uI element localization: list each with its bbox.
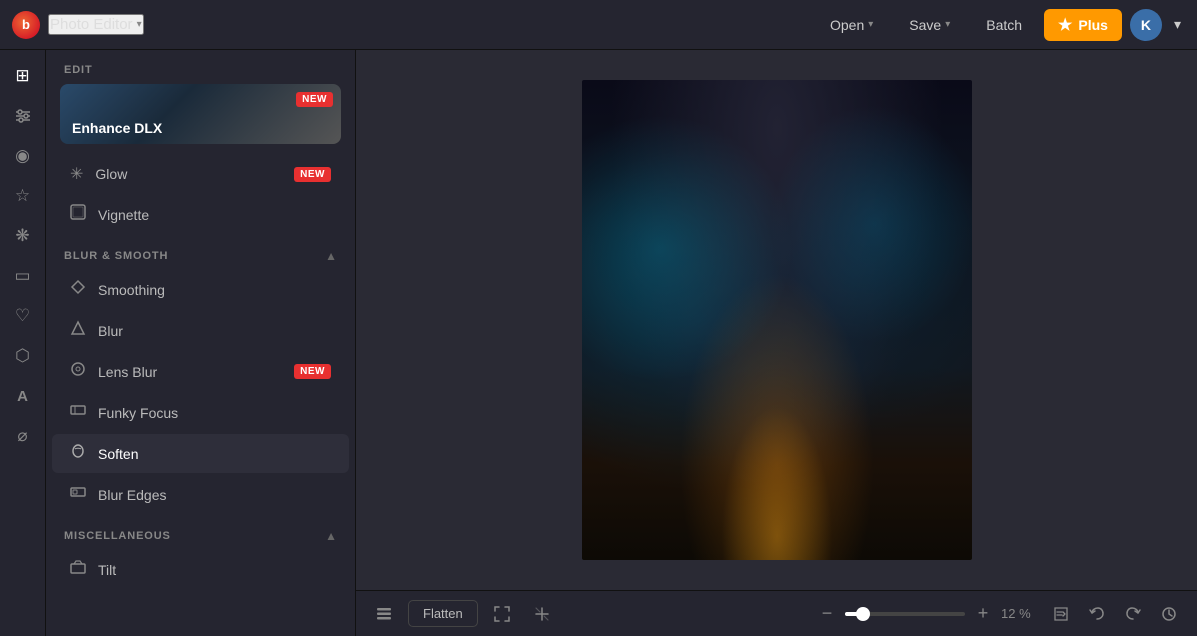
enhance-dlx-card[interactable]: Enhance DLX NEW bbox=[60, 84, 341, 144]
fit-screen-button[interactable] bbox=[486, 598, 518, 630]
funky-focus-icon bbox=[70, 402, 86, 423]
soften-icon bbox=[70, 443, 86, 464]
zoom-plus-icon: + bbox=[978, 603, 989, 624]
menu-item-glow[interactable]: ✳ Glow NEW bbox=[52, 155, 349, 193]
lens-blur-badge: NEW bbox=[294, 364, 331, 379]
undo-button[interactable] bbox=[1081, 598, 1113, 630]
tilt-icon bbox=[70, 559, 86, 580]
sidebar-filters-button[interactable] bbox=[5, 98, 41, 134]
zoom-minus-icon: − bbox=[822, 603, 833, 624]
zoom-slider[interactable] bbox=[845, 612, 965, 616]
menu-item-blur[interactable]: Blur bbox=[52, 311, 349, 350]
smoothing-icon bbox=[70, 279, 86, 300]
sidebar-text-button[interactable]: A bbox=[5, 378, 41, 414]
expand-button[interactable] bbox=[526, 598, 558, 630]
tilt-label: Tilt bbox=[98, 562, 331, 578]
save-label: Save bbox=[909, 17, 941, 33]
batch-button[interactable]: Batch bbox=[972, 11, 1036, 39]
open-label: Open bbox=[830, 17, 864, 33]
menu-item-vignette[interactable]: Vignette bbox=[52, 195, 349, 234]
vignette-icon bbox=[70, 204, 86, 225]
blur-icon bbox=[70, 320, 86, 341]
misc-label: MISCELLANEOUS bbox=[64, 530, 171, 542]
app-title-chevron: ▾ bbox=[137, 19, 142, 30]
enhance-card-badge: NEW bbox=[296, 92, 333, 107]
save-button[interactable]: Save ▾ bbox=[895, 11, 964, 39]
menu-item-smoothing[interactable]: Smoothing bbox=[52, 270, 349, 309]
compare-button[interactable] bbox=[1045, 598, 1077, 630]
avatar-button[interactable]: K bbox=[1130, 9, 1162, 41]
glow-icon: ✳ bbox=[70, 164, 83, 184]
misc-section-header: MISCELLANEOUS ▲ bbox=[46, 515, 355, 549]
flatten-label: Flatten bbox=[423, 606, 463, 621]
enhance-card-label: Enhance DLX bbox=[72, 120, 162, 136]
canvas-viewport bbox=[356, 50, 1197, 590]
avatar-letter: K bbox=[1141, 17, 1151, 33]
sidebar-shape-button[interactable]: ⬡ bbox=[5, 338, 41, 374]
blur-smooth-section-header: BLUR & SMOOTH ▲ bbox=[46, 235, 355, 269]
soften-label: Soften bbox=[98, 446, 331, 462]
sidebar-effects-button[interactable]: ❋ bbox=[5, 218, 41, 254]
sidebar-crop-button[interactable]: ▭ bbox=[5, 258, 41, 294]
menu-item-lens-blur[interactable]: Lens Blur NEW bbox=[52, 352, 349, 391]
lens-blur-label: Lens Blur bbox=[98, 364, 282, 380]
redo-button[interactable] bbox=[1117, 598, 1149, 630]
vignette-label: Vignette bbox=[98, 207, 331, 223]
zoom-control: − + 12 % bbox=[815, 602, 1037, 626]
blur-edges-label: Blur Edges bbox=[98, 487, 331, 503]
topnav: b Photo Editor ▾ Open ▾ Save ▾ Batch ★ P… bbox=[0, 0, 1197, 50]
right-toolbar-buttons bbox=[1045, 598, 1185, 630]
menu-item-blur-edges[interactable]: Blur Edges bbox=[52, 475, 349, 514]
blur-label: Blur bbox=[98, 323, 331, 339]
history-button[interactable] bbox=[1153, 598, 1185, 630]
avatar-chevron-icon: ▾ bbox=[1174, 16, 1181, 33]
glow-label: Glow bbox=[95, 166, 282, 182]
flatten-button[interactable]: Flatten bbox=[408, 600, 478, 627]
plus-star-icon: ★ bbox=[1058, 15, 1072, 35]
bottom-toolbar: Flatten − bbox=[356, 590, 1197, 636]
zoom-out-button[interactable]: − bbox=[815, 602, 839, 626]
blur-smooth-label: BLUR & SMOOTH bbox=[64, 250, 168, 262]
menu-item-tilt[interactable]: Tilt bbox=[52, 550, 349, 589]
avatar-chevron-button[interactable]: ▾ bbox=[1170, 16, 1185, 33]
sidebar-star-button[interactable]: ☆ bbox=[5, 178, 41, 214]
app-logo: b bbox=[12, 11, 40, 39]
icon-sidebar: ⊞ ◉ ☆ ❋ ▭ ♡ ⬡ A ⌀ bbox=[0, 50, 46, 636]
glow-badge: NEW bbox=[294, 167, 331, 182]
sidebar-adjust-button[interactable]: ⊞ bbox=[5, 58, 41, 94]
menu-item-soften[interactable]: Soften bbox=[52, 434, 349, 473]
open-chevron: ▾ bbox=[868, 19, 873, 30]
zoom-in-button[interactable]: + bbox=[971, 602, 995, 626]
plus-button[interactable]: ★ Plus bbox=[1044, 9, 1122, 41]
funky-focus-label: Funky Focus bbox=[98, 405, 331, 421]
blur-edges-icon bbox=[70, 484, 86, 505]
sidebar-heart-button[interactable]: ♡ bbox=[5, 298, 41, 334]
sidebar-preview-button[interactable]: ◉ bbox=[5, 138, 41, 174]
lens-blur-icon bbox=[70, 361, 86, 382]
canvas-image bbox=[582, 80, 972, 560]
zoom-slider-thumb bbox=[856, 607, 870, 621]
batch-label: Batch bbox=[986, 17, 1022, 33]
menu-item-funky-focus[interactable]: Funky Focus bbox=[52, 393, 349, 432]
left-panel: EDIT Enhance DLX NEW ✳ Glow NEW Vignette… bbox=[46, 50, 356, 636]
smoothing-label: Smoothing bbox=[98, 282, 331, 298]
open-button[interactable]: Open ▾ bbox=[816, 11, 887, 39]
sidebar-brush-button[interactable]: ⌀ bbox=[5, 418, 41, 454]
save-chevron: ▾ bbox=[945, 19, 950, 30]
zoom-percent-label: 12 % bbox=[1001, 606, 1037, 621]
layers-button[interactable] bbox=[368, 598, 400, 630]
app-title-button[interactable]: Photo Editor ▾ bbox=[48, 14, 144, 35]
blur-smooth-collapse-button[interactable]: ▲ bbox=[325, 249, 337, 263]
canvas-area: Flatten − bbox=[356, 50, 1197, 636]
app-title-text: Photo Editor bbox=[50, 16, 133, 33]
main-area: ⊞ ◉ ☆ ❋ ▭ ♡ ⬡ A ⌀ EDIT Enhance DLX NEW bbox=[0, 50, 1197, 636]
plus-label: Plus bbox=[1078, 17, 1108, 33]
misc-collapse-button[interactable]: ▲ bbox=[325, 529, 337, 543]
edit-section-label: EDIT bbox=[46, 50, 355, 84]
